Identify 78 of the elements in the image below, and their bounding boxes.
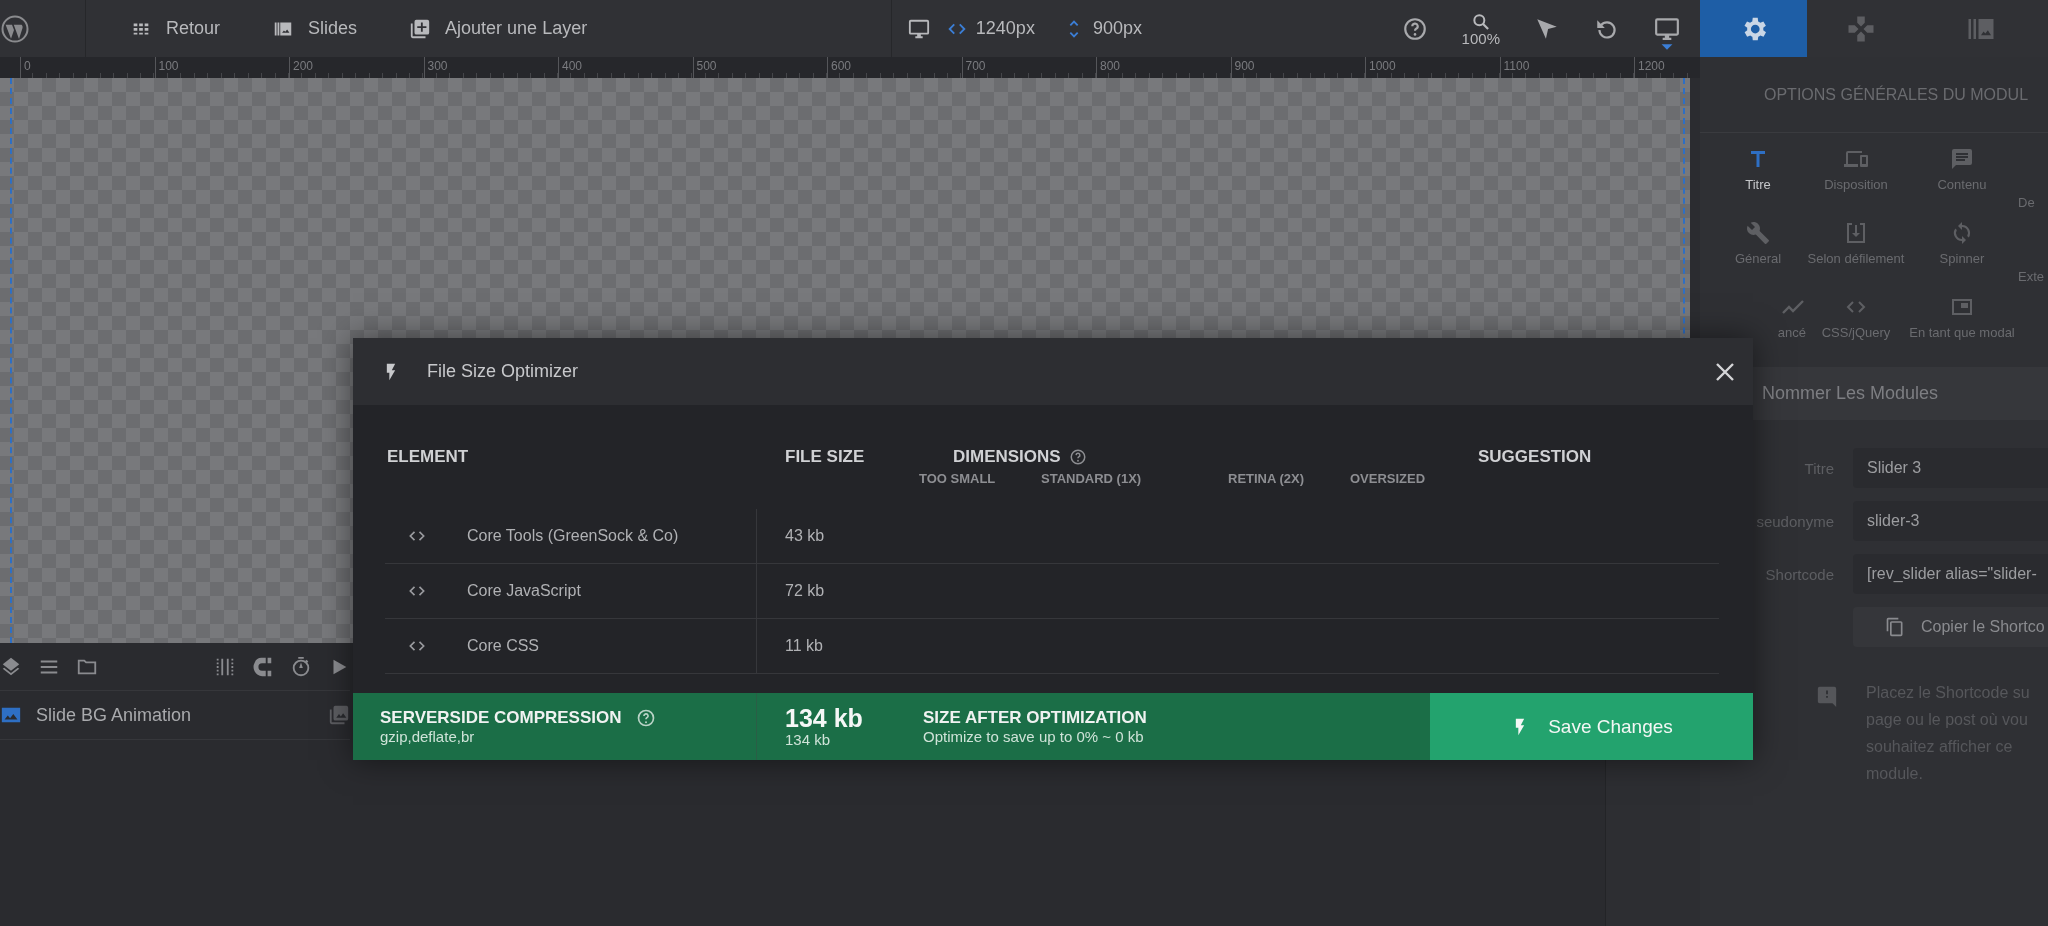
ruler-label: 600 xyxy=(831,59,852,73)
layer-name[interactable]: Slide BG Animation xyxy=(36,704,192,726)
ruler-label: 1100 xyxy=(1503,59,1530,73)
option-tab[interactable]: Selon défilement xyxy=(1807,221,1905,287)
alert-comment-icon xyxy=(1816,685,1838,707)
copy-shortcode-button[interactable]: Copier le Shortco xyxy=(1853,607,2048,647)
panel-tab[interactable] xyxy=(1700,0,1807,57)
file-size: 43 kb xyxy=(785,527,825,545)
option-tab[interactable]: Spinner xyxy=(1939,221,1985,287)
ruler-label: 900 xyxy=(1234,59,1255,73)
wrench-icon xyxy=(1746,221,1770,245)
layers-icon[interactable] xyxy=(0,655,22,678)
dimension-label: RETINA (2X) xyxy=(1228,471,1306,486)
compression-label: SERVERSIDE COMPRESSION xyxy=(380,708,622,728)
ruler-label: 100 xyxy=(158,59,179,73)
element-name: Core CSS xyxy=(467,637,540,655)
toolbar-button[interactable]: Retour xyxy=(122,17,229,40)
file-size: 11 kb xyxy=(785,637,823,655)
section-title: Nommer Les Modules xyxy=(1762,383,1939,404)
option-tab[interactable]: Disposition xyxy=(1824,147,1888,213)
column-header: ELEMENT xyxy=(387,447,469,467)
monitor-icon xyxy=(1654,15,1680,51)
save-changes-button[interactable]: Save Changes xyxy=(1430,693,1753,760)
monitor-icon xyxy=(907,17,930,40)
option-tab[interactable]: Géneral xyxy=(1734,221,1782,287)
size-after-note: Optimize to save up to 0% ~ 0 kb xyxy=(923,728,1145,745)
option-tab[interactable]: Exte xyxy=(2018,221,2044,287)
input-field[interactable]: Slider 3 xyxy=(1853,448,2048,488)
stopwatch-icon[interactable] xyxy=(290,655,312,678)
size-after-label: SIZE AFTER OPTIMIZATION xyxy=(923,708,1148,728)
help-icon xyxy=(1068,448,1087,466)
element-name: Core JavaScript xyxy=(467,582,581,600)
input-field[interactable]: slider-3 xyxy=(1853,501,2048,541)
toolbar-button[interactable]: Ajouter une Layer xyxy=(401,17,596,40)
ruler-label: 1000 xyxy=(1369,59,1396,73)
input-field[interactable]: [rev_slider alias="slider- xyxy=(1853,554,2048,594)
element-name: Core Tools (GreenSock & Co) xyxy=(467,527,679,545)
column-header: FILE SIZE xyxy=(785,447,865,467)
magnet-icon[interactable] xyxy=(252,655,274,678)
file-size: 72 kb xyxy=(785,582,825,600)
option-tab[interactable]: ancé xyxy=(1777,295,1806,361)
option-tab[interactable]: En tant que modal xyxy=(1909,295,2015,361)
search-icon xyxy=(1470,11,1491,32)
total-size-sub: 134 kb xyxy=(785,731,832,748)
toolbar-button[interactable]: Slides xyxy=(264,17,366,40)
dialog-title: File Size Optimizer xyxy=(427,361,579,382)
ruler-label: 500 xyxy=(696,59,717,73)
total-size: 134 kb xyxy=(785,705,864,731)
help-icon xyxy=(1401,15,1428,42)
option-tab[interactable]: Titre xyxy=(1745,147,1771,213)
option-tab[interactable]: Contenu xyxy=(1937,147,1987,213)
images-icon xyxy=(328,704,350,726)
dimension-label: TOO SMALL xyxy=(919,471,997,486)
wordpress-logo-icon[interactable] xyxy=(0,13,30,44)
column-header: DIMENSIONS xyxy=(953,447,1061,467)
ruler-label: 800 xyxy=(1100,59,1121,73)
ruler-label: 1200 xyxy=(1638,59,1665,73)
zoom-button[interactable]: 100% xyxy=(1461,11,1500,46)
add-layer-icon xyxy=(409,17,432,40)
chat-icon xyxy=(1950,147,1974,171)
option-tab[interactable]: De xyxy=(2018,147,2035,213)
option-tab[interactable]: CSS/jQuery xyxy=(1821,295,1891,361)
canvas-height[interactable]: 900px xyxy=(1092,18,1142,39)
help-icon xyxy=(635,708,656,728)
ruler-label: 300 xyxy=(427,59,448,73)
ruler-label: 400 xyxy=(562,59,583,73)
compression-methods: gzip,deflate,br xyxy=(380,728,476,745)
ruler-label: 700 xyxy=(965,59,986,73)
ruler-label: 0 xyxy=(24,59,31,73)
dimension-label: STANDARD (1X) xyxy=(1041,471,1143,486)
dimension-label: OVERSIZED xyxy=(1350,471,1427,486)
download-icon xyxy=(1844,221,1868,245)
help-button[interactable] xyxy=(1401,15,1428,42)
canvas-width[interactable]: 1240px xyxy=(975,18,1035,39)
column-header: SUGGESTION xyxy=(1478,447,1592,467)
panel-title: OPTIONS GÉNÉRALES DU MODUL xyxy=(1764,85,2029,104)
ruler-label: 200 xyxy=(293,59,314,73)
copy-icon xyxy=(1885,617,1905,637)
